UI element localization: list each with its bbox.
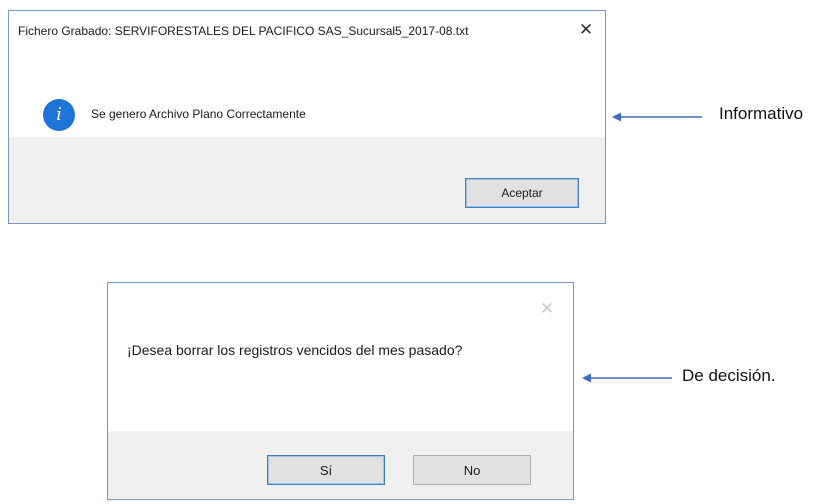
annotation-decision: De decisión. bbox=[682, 366, 776, 385]
yes-button[interactable]: Sí bbox=[267, 455, 385, 485]
dialog-title: Fichero Grabado: SERVIFORESTALES DEL PAC… bbox=[18, 24, 469, 38]
no-button[interactable]: No bbox=[413, 455, 531, 485]
arrow-left-icon bbox=[612, 112, 702, 122]
accept-button[interactable]: Aceptar bbox=[465, 178, 579, 208]
dialog-message: Se genero Archivo Plano Correctamente bbox=[91, 107, 306, 121]
arrow-left-icon bbox=[582, 373, 672, 383]
close-icon[interactable]: ✕ bbox=[535, 297, 559, 321]
annotation-informative: Informativo bbox=[719, 104, 804, 123]
decision-dialog: ✕ ¡Desea borrar los registros vencidos d… bbox=[107, 282, 574, 500]
close-icon[interactable]: ✕ bbox=[574, 19, 598, 41]
dialog-message: ¡Desea borrar los registros vencidos del… bbox=[127, 342, 463, 358]
informative-dialog: Fichero Grabado: SERVIFORESTALES DEL PAC… bbox=[8, 10, 606, 224]
info-icon: i bbox=[43, 99, 75, 131]
